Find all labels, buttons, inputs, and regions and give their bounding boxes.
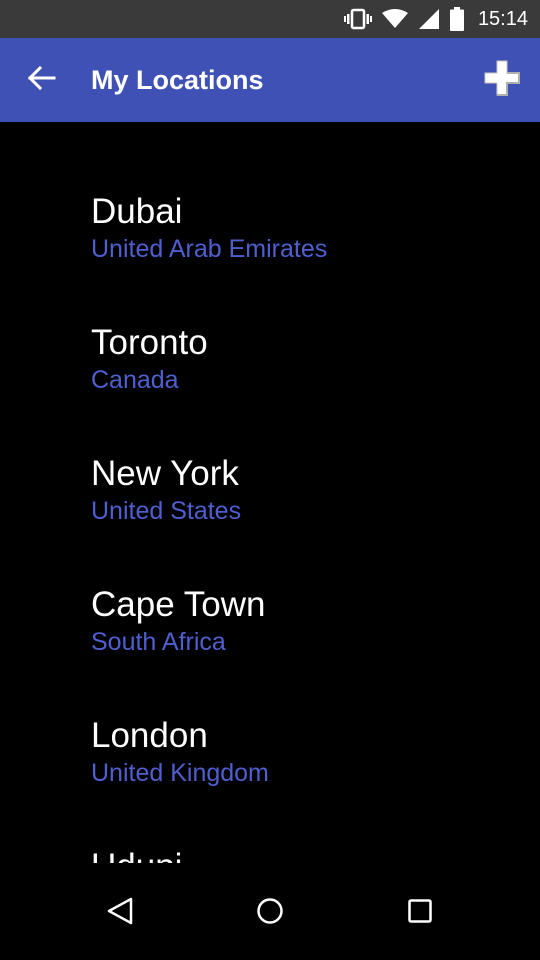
nav-home-icon	[255, 896, 285, 931]
location-country: United Arab Emirates	[91, 235, 328, 263]
list-item[interactable]: Dubai United Arab Emirates	[0, 190, 540, 321]
cell-signal-icon	[418, 8, 440, 30]
status-time: 15:14	[477, 7, 528, 30]
wifi-icon	[381, 9, 408, 29]
status-icons: 15:14	[343, 0, 528, 38]
location-city: Udupi	[91, 845, 540, 863]
back-button[interactable]	[18, 56, 66, 104]
battery-icon	[449, 7, 464, 31]
list-item[interactable]: New York United States	[0, 452, 540, 583]
app-bar: My Locations	[0, 38, 540, 122]
location-country: United States	[91, 497, 242, 525]
list-item[interactable]: Toronto Canada	[0, 321, 540, 452]
location-city: London	[91, 716, 208, 755]
location-country: Canada	[91, 366, 179, 394]
list-item[interactable]: Udupi	[0, 845, 540, 863]
plus-icon	[483, 59, 521, 102]
location-city: Toronto	[91, 323, 208, 362]
nav-back-icon	[105, 896, 135, 931]
list-item[interactable]: Cape Town South Africa	[0, 583, 540, 714]
location-country: United Kingdom	[91, 759, 269, 787]
locations-list[interactable]: Dubai United Arab Emirates Toronto Canad…	[0, 122, 540, 863]
screen: 15:14 My Locations Dubai United Arab Emi…	[0, 0, 540, 960]
location-city: New York	[91, 454, 239, 493]
vibrate-icon	[343, 8, 372, 30]
nav-home-button[interactable]	[240, 883, 300, 943]
nav-back-button[interactable]	[90, 883, 150, 943]
status-bar: 15:14	[0, 0, 540, 38]
arrow-back-icon	[27, 65, 56, 95]
page-title: My Locations	[91, 65, 264, 95]
system-nav-bar	[0, 863, 540, 960]
nav-recents-icon	[405, 896, 435, 931]
list-item[interactable]: London United Kingdom	[0, 714, 540, 845]
add-location-button[interactable]	[478, 56, 526, 104]
nav-recents-button[interactable]	[390, 883, 450, 943]
location-country: South Africa	[91, 628, 226, 656]
location-city: Cape Town	[91, 585, 266, 624]
location-city: Dubai	[91, 192, 183, 231]
